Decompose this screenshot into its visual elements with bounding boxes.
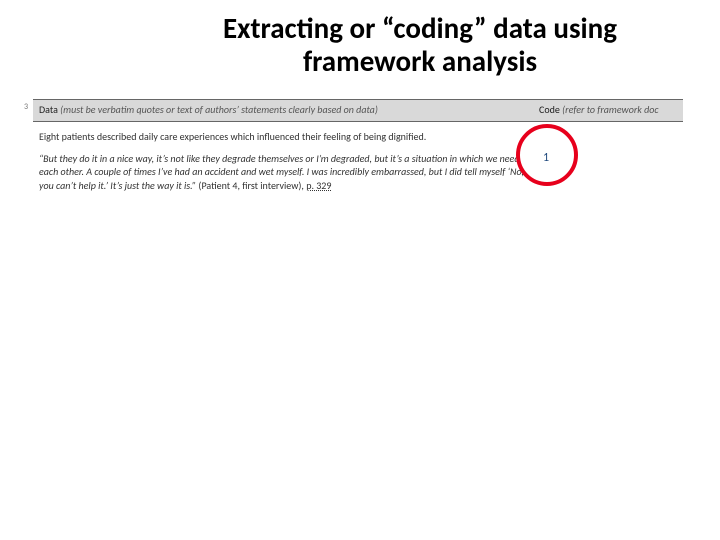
quote-source: (Patient 4, first interview), (198, 179, 306, 192)
header-code-hint: (refer to framework doc (560, 103, 659, 116)
table-header-row: Data (must be verbatim quotes or text of… (33, 100, 683, 122)
code-cell: 1 (533, 122, 683, 199)
quote-page-ref: p. 329 (306, 179, 331, 192)
code-value: 1 (543, 151, 549, 165)
header-data: Data (must be verbatim quotes or text of… (33, 100, 533, 122)
header-code: Code (refer to framework doc (533, 100, 683, 122)
header-code-label: Code (539, 103, 560, 116)
slide-title: Extracting or “coding” data using framew… (190, 12, 650, 79)
coding-table: Data (must be verbatim quotes or text of… (33, 99, 683, 198)
header-data-hint: (must be verbatim quotes or text of auth… (58, 103, 378, 116)
row-number-mark: 3 (24, 102, 28, 112)
header-data-label: Data (39, 103, 58, 116)
slide: Extracting or “coding” data using framew… (0, 0, 720, 540)
table-row: Eight patients described daily care expe… (33, 122, 683, 199)
data-quote: “But they do it in a nice way, it’s not … (39, 152, 527, 193)
data-cell: Eight patients described daily care expe… (33, 122, 533, 199)
data-intro-text: Eight patients described daily care expe… (39, 130, 527, 144)
